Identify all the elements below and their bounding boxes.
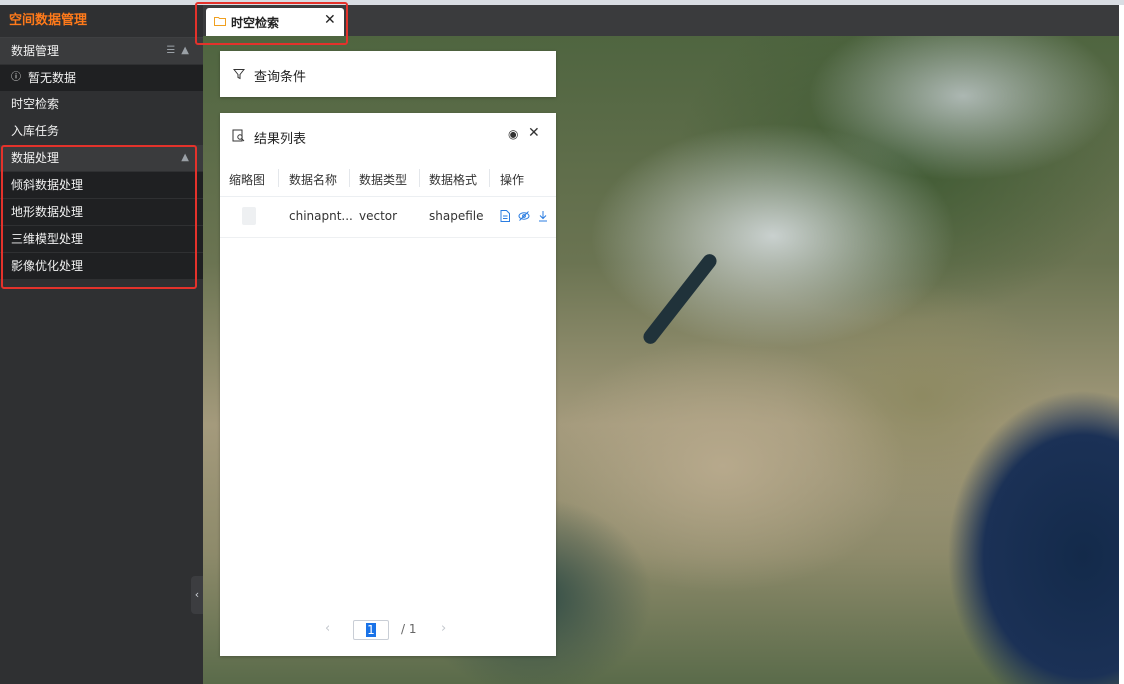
sidebar-item-label: 时空检索: [11, 97, 60, 111]
total-pages: / 1: [401, 622, 417, 636]
column-header: 数据名称: [289, 173, 338, 187]
pagination: ‹ 1 / 1 ›: [220, 618, 556, 642]
eye-icon[interactable]: ◉: [508, 127, 518, 141]
next-page-icon[interactable]: ›: [441, 621, 446, 636]
info-icon: ⓘ: [11, 72, 21, 83]
table-row[interactable]: chinapnt... vector shapefile: [220, 197, 556, 238]
page-number-input[interactable]: 1: [353, 620, 389, 640]
detail-document-icon[interactable]: [500, 210, 510, 222]
column-header: 操作: [500, 173, 525, 187]
thumbnail-image: [242, 207, 256, 225]
filter-icon: [233, 69, 245, 80]
close-icon[interactable]: ✕: [528, 125, 540, 141]
sidebar-item-label: 入库任务: [11, 124, 60, 138]
query-panel-title[interactable]: 查询条件: [254, 66, 306, 85]
table-header: 缩略图 数据名称 数据类型 数据格式 操作: [220, 159, 556, 197]
search-document-icon: [232, 129, 245, 142]
column-header: 数据类型: [359, 173, 408, 187]
results-panel: 结果列表 ◉ ✕ 缩略图 数据名称 数据类型 数据格式 操作 chinapnt.…: [220, 113, 556, 656]
cell-data-type: vector: [359, 209, 398, 223]
list-icon[interactable]: ☰: [166, 45, 181, 56]
collapse-up-icon[interactable]: ▲: [181, 45, 195, 56]
app-title: 空间数据管理: [0, 5, 203, 38]
sidebar-collapse-handle[interactable]: ‹: [191, 576, 203, 614]
sidebar-group-label: 数据管理: [11, 44, 60, 58]
sidebar-item-spatiotemporal-search[interactable]: 时空检索: [0, 91, 203, 117]
sidebar-group-data-management[interactable]: 数据管理 ☰▲: [0, 38, 203, 64]
cell-data-format: shapefile: [429, 209, 484, 223]
download-icon[interactable]: [538, 210, 548, 222]
column-header: 缩略图: [229, 173, 266, 187]
no-data-label: 暂无数据: [28, 71, 77, 85]
processing-highlight-box: [1, 145, 197, 289]
sidebar: 空间数据管理 数据管理 ☰▲ ⓘ 暂无数据 时空检索 入库任务 数据处理 ▲ 倾…: [0, 5, 203, 684]
cell-data-name: chinapnt...: [289, 209, 353, 223]
hide-eye-icon[interactable]: [518, 211, 530, 221]
tab-highlight-box: [195, 2, 348, 45]
lake-feature: [640, 251, 720, 347]
results-panel-title: 结果列表: [254, 132, 307, 147]
sidebar-item-ingest-tasks[interactable]: 入库任务: [0, 118, 203, 144]
sidebar-item-no-data: ⓘ 暂无数据: [0, 65, 203, 91]
column-header: 数据格式: [429, 173, 478, 187]
query-conditions-panel: 查询条件: [220, 51, 556, 97]
prev-page-icon[interactable]: ‹: [325, 621, 330, 636]
